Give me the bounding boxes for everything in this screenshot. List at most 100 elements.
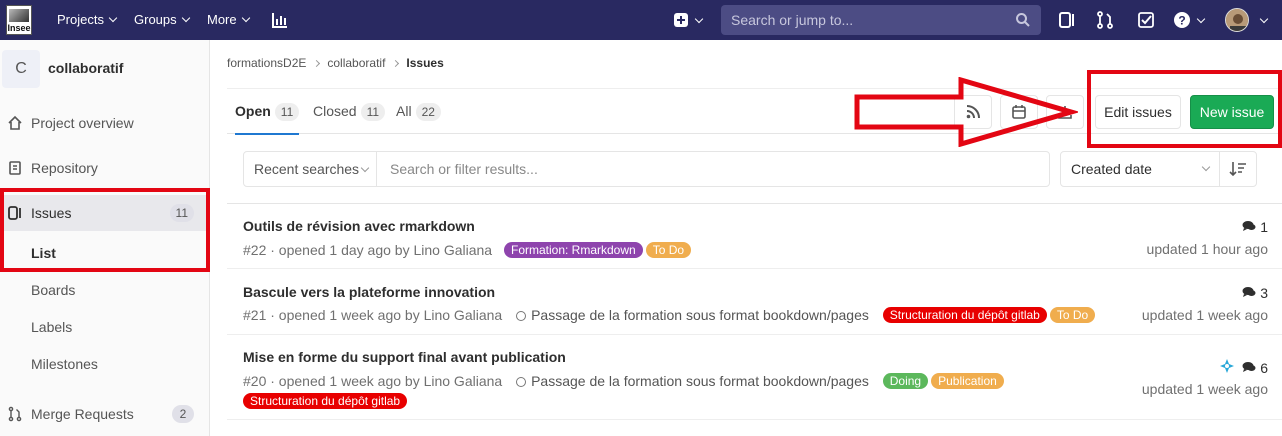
search-placeholder: Search or jump to... (731, 12, 854, 28)
comments-count-value: 1 (1260, 219, 1268, 235)
label-badge[interactable]: Structuration du dépôt gitlab (882, 307, 1047, 323)
sort-select[interactable]: Created date (1060, 151, 1220, 187)
sidebar-subitem-list[interactable]: List (0, 235, 210, 271)
label-badge[interactable]: To Do (645, 242, 692, 258)
sidebar-item-merge-requests[interactable]: Merge Requests 2 (0, 396, 210, 432)
comments-count[interactable]: 3 (1242, 285, 1268, 301)
issue-title[interactable]: Mise en forme du support final avant pub… (243, 349, 566, 365)
sidebar-subitem-label: Labels (31, 319, 73, 335)
breadcrumb-project[interactable]: collaboratif (327, 56, 385, 70)
nav-more-label: More (207, 12, 237, 27)
project-avatar[interactable]: C (2, 50, 40, 88)
issues-icon (8, 206, 21, 220)
breadcrumb: formationsD2E collaboratif Issues (227, 56, 450, 70)
comments-icon (1242, 221, 1256, 231)
sidebar-subitem-label: Milestones (31, 356, 98, 372)
list-item[interactable]: Bascule vers la plateforme innovation #2… (227, 270, 1282, 335)
label-badge[interactable]: Structuration du dépôt gitlab (243, 393, 408, 409)
comments-count[interactable]: 1 (1242, 219, 1268, 235)
tab-open[interactable]: Open 11 (235, 89, 300, 135)
nav-projects[interactable]: Projects (57, 0, 118, 40)
comments-count[interactable]: 6 (1220, 359, 1268, 376)
clock-icon (516, 311, 527, 321)
issue-milestone[interactable]: Passage de la formation sous format book… (516, 373, 869, 389)
assignee-avatar-icon[interactable] (1220, 359, 1235, 373)
chevron-down-icon (241, 13, 250, 23)
sidebar-item-issues[interactable]: Issues 11 (0, 195, 210, 231)
issue-updated: updated 1 week ago (1141, 381, 1268, 397)
breadcrumb-current[interactable]: Issues (406, 56, 443, 70)
help-icon[interactable]: ? (1172, 10, 1192, 30)
todo-check-icon[interactable] (1136, 10, 1156, 30)
label-badge[interactable]: To Do (1049, 307, 1096, 323)
sidebar-subitem-milestones[interactable]: Milestones (0, 346, 210, 382)
search-icon (1016, 13, 1030, 27)
project-name[interactable]: collaboratif (48, 60, 123, 76)
sidebar-subitem-labels[interactable]: Labels (0, 309, 210, 345)
list-item[interactable]: Outils de révision avec rmarkdown #22 · … (227, 204, 1282, 269)
recent-searches-dropdown[interactable]: Recent searches (244, 152, 377, 186)
sidebar-item-project-overview[interactable]: Project overview (0, 105, 210, 141)
chevron-down-icon (360, 163, 370, 173)
activity-chart-icon[interactable] (270, 10, 290, 30)
new-issue-button[interactable]: New issue (1190, 95, 1274, 129)
tab-count: 22 (415, 103, 441, 121)
merge-request-icon[interactable] (1095, 10, 1115, 30)
label-badge[interactable]: Publication (931, 373, 1004, 389)
issues-count-badge: 11 (169, 204, 194, 222)
search-input[interactable]: Search or jump to... (721, 5, 1041, 35)
filter-input[interactable]: Search or filter results... (390, 152, 538, 186)
issue-meta: #21 · opened 1 week ago by Lino Galiana (243, 307, 503, 323)
label-badge[interactable]: Doing (882, 373, 929, 389)
comments-icon (1242, 287, 1256, 297)
issue-title[interactable]: Bascule vers la plateforme innovation (243, 284, 495, 300)
chevron-down-icon (181, 13, 190, 23)
chevron-down-icon[interactable] (694, 14, 704, 24)
sort-lowest-icon (1229, 162, 1246, 177)
plus-square-icon[interactable] (672, 10, 692, 30)
comments-count-value: 6 (1260, 360, 1268, 376)
issue-title[interactable]: Outils de révision avec rmarkdown (243, 218, 475, 234)
chevron-down-icon[interactable] (1259, 14, 1269, 24)
label-badge[interactable]: Formation: Rmarkdown (503, 242, 643, 258)
issue-updated: updated 1 week ago (1141, 307, 1268, 323)
insee-logo[interactable]: Insee (6, 5, 32, 35)
tab-closed[interactable]: Closed 11 (313, 89, 386, 135)
list-item[interactable]: Mise en forme du support final avant pub… (227, 336, 1282, 420)
nav-projects-label: Projects (57, 12, 104, 27)
comments-icon (1242, 362, 1256, 372)
milestone-label: Passage de la formation sous format book… (531, 373, 869, 389)
issue-milestone[interactable]: Passage de la formation sous format book… (516, 307, 869, 323)
tab-label: Closed (313, 103, 357, 119)
milestone-label: Passage de la formation sous format book… (531, 307, 869, 323)
nav-groups[interactable]: Groups (134, 0, 190, 40)
annotation-arrow (854, 77, 1078, 147)
user-avatar[interactable] (1225, 8, 1249, 32)
issue-updated: updated 1 hour ago (1146, 241, 1268, 257)
sidebar-item-label: Repository (31, 160, 98, 176)
issue-meta: #22 · opened 1 day ago by Lino Galiana (243, 242, 493, 258)
logo-text: Insee (7, 23, 31, 33)
breadcrumb-group[interactable]: formationsD2E (227, 56, 306, 70)
nav-more[interactable]: More (207, 0, 250, 40)
sidebar-subitem-label: Boards (31, 282, 76, 298)
tab-label: Open (235, 103, 271, 119)
nav-groups-label: Groups (134, 12, 177, 27)
chevron-right-icon (313, 59, 321, 68)
sort-direction-button[interactable] (1219, 151, 1257, 187)
top-navbar: Insee Projects Groups More Search or jum… (0, 0, 1282, 40)
sort-label: Created date (1071, 161, 1152, 177)
home-icon (8, 115, 22, 130)
chevron-down-icon[interactable] (1196, 14, 1206, 24)
sidebar-item-repository[interactable]: Repository (0, 150, 210, 186)
comments-count-value: 3 (1260, 285, 1268, 301)
svg-text:?: ? (1178, 14, 1185, 28)
edit-issues-button[interactable]: Edit issues (1095, 95, 1181, 129)
sidebar-subitem-boards[interactable]: Boards (0, 272, 210, 308)
issues-icon[interactable] (1057, 10, 1077, 30)
tab-count: 11 (274, 103, 300, 121)
chevron-down-icon (108, 13, 118, 23)
tab-label: All (396, 103, 412, 119)
merge-requests-count-badge: 2 (172, 405, 194, 423)
tab-all[interactable]: All 22 (396, 89, 441, 135)
